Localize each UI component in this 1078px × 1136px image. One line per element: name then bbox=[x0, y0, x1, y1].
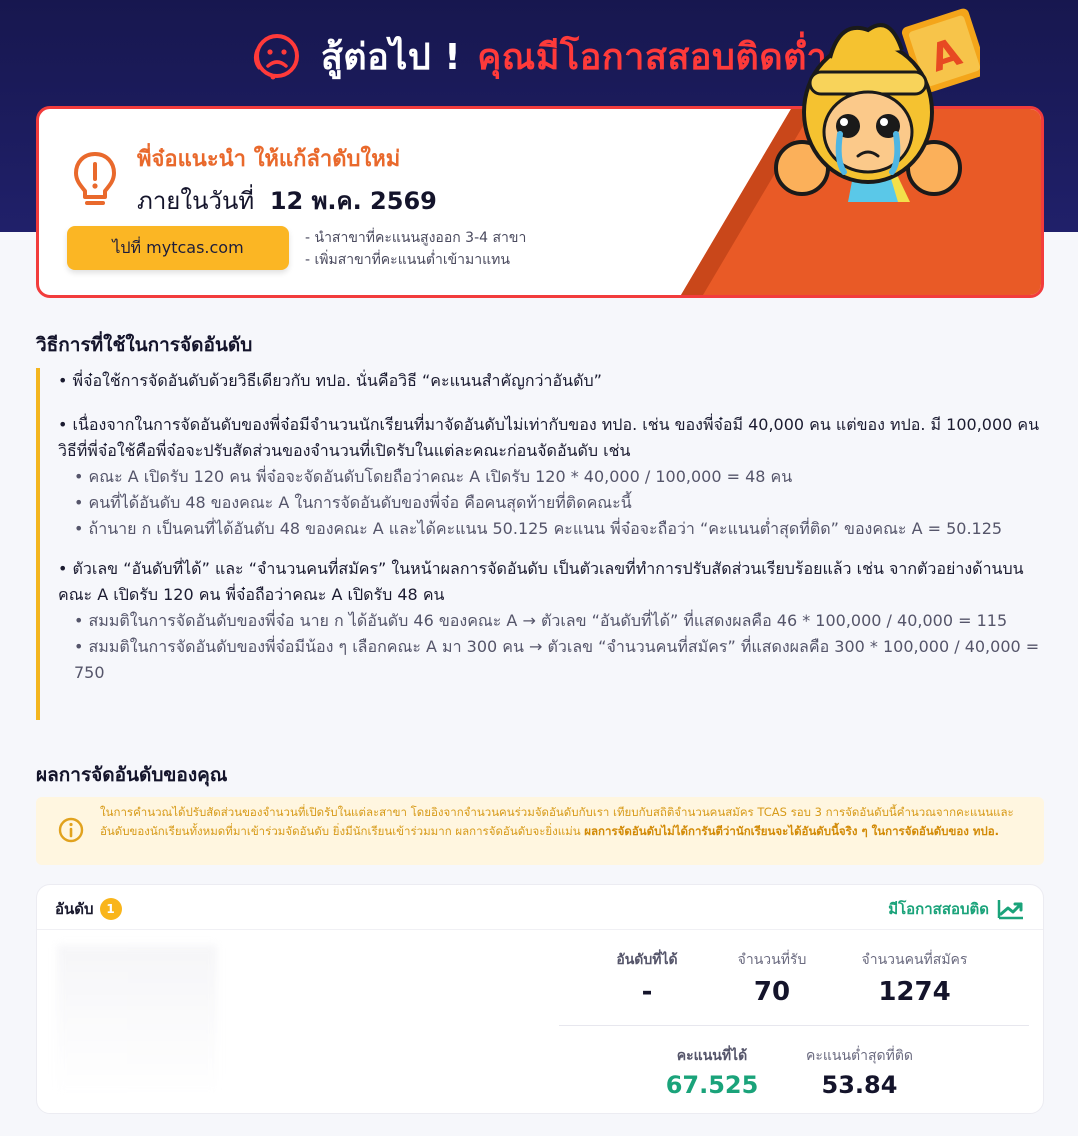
result-card: อันดับ 1 มีโอกาสสอบติด อันดับที่ได้ จำนว… bbox=[36, 884, 1044, 1114]
rank-number-badge: 1 bbox=[99, 898, 122, 920]
lightbulb-icon bbox=[74, 152, 116, 205]
seats-value: 70 bbox=[753, 977, 791, 1007]
advice-heading: พี่จ๋อแนะนำ ให้แก้ลำดับใหม่ bbox=[137, 147, 401, 172]
deadline-prefix: ภายในวันที่ bbox=[137, 187, 255, 215]
sad-face-icon bbox=[253, 34, 299, 80]
advice-deadline: ภายในวันที่ 12 พ.ค. 2569 bbox=[137, 181, 437, 220]
score-label: คะแนนที่ได้ bbox=[676, 1048, 748, 1064]
rank-label: อันดับ bbox=[55, 900, 94, 918]
calculation-notice: ในการคำนวณได้ปรับสัดส่วนของจำนวนที่เปิดร… bbox=[36, 797, 1044, 865]
method-bullet: • พี่จ๋อใช้การจัดอันดับด้วยวิธีเดียวกับ … bbox=[58, 371, 602, 390]
status-text: มีโอกาสสอบติด bbox=[888, 900, 989, 918]
applicants-label: จำนวนคนที่สมัคร bbox=[861, 952, 968, 968]
admission-status: มีโอกาสสอบติด bbox=[888, 897, 1025, 921]
info-icon bbox=[58, 817, 84, 843]
method-bullet: • ตัวเลข “อันดับที่ได้” และ “จำนวนคนที่ส… bbox=[58, 559, 1024, 604]
method-sub-bullet: • คนที่ได้อันดับ 48 ของคณะ A ในการจัดอัน… bbox=[74, 493, 632, 512]
min-score-label: คะแนนต่ำสุดที่ติด bbox=[805, 1048, 914, 1064]
method-sub-bullet: • สมมติในการจัดอันดับของพี่จ๋อ นาย ก ได้… bbox=[74, 611, 1008, 630]
tip-item: - เพิ่มสาขาที่คะแนนต่ำเข้ามาแทน bbox=[305, 252, 510, 268]
method-sub-bullet: • สมมติในการจัดอันดับของพี่จ๋อมีน้อง ๆ เ… bbox=[74, 637, 1040, 682]
redacted-program-info bbox=[57, 945, 217, 1095]
go-mytcas-button[interactable]: ไปที่ mytcas.com bbox=[67, 226, 289, 270]
results-title: ผลการจัดอันดับของคุณ bbox=[36, 764, 228, 786]
notice-disclaimer: ผลการจัดอันดับไม่ได้การันตีว่านักเรียนจะ… bbox=[584, 824, 1000, 838]
rank-obtained-label: อันดับที่ได้ bbox=[616, 952, 678, 968]
seats-label: จำนวนที่รับ bbox=[737, 952, 807, 968]
method-sub-bullet: • คณะ A เปิดรับ 120 คน พี่จ๋อจะจัดอันดับ… bbox=[74, 467, 793, 486]
method-sub-bullet: • ถ้านาย ก เป็นคนที่ได้อันดับ 48 ของคณะ … bbox=[74, 519, 1003, 538]
advice-tips: - นำสาขาที่คะแนนสูงออก 3-4 สาขา - เพิ่มส… bbox=[305, 227, 526, 271]
rank-obtained-value: - bbox=[641, 977, 653, 1007]
method-explanation: • พี่จ๋อใช้การจัดอันดับด้วยวิธีเดียวกับ … bbox=[36, 368, 1044, 720]
applicants-value: 1274 bbox=[878, 977, 951, 1007]
deadline-date: 12 พ.ค. 2569 bbox=[269, 187, 437, 215]
method-title: วิธีการที่ใช้ในการจัดอันดับ bbox=[36, 334, 253, 356]
score-value: 67.525 bbox=[665, 1071, 759, 1099]
tip-item: - นำสาขาที่คะแนนสูงออก 3-4 สาขา bbox=[305, 230, 527, 246]
notice-text: ในการคำนวณได้ปรับสัดส่วนของจำนวนที่เปิดร… bbox=[100, 803, 1030, 841]
min-score-value: 53.84 bbox=[821, 1071, 898, 1099]
method-bullet: • เนื่องจากในการจัดอันดับของพี่จ๋อมีจำนว… bbox=[58, 415, 1040, 460]
rank-header: อันดับ 1 bbox=[55, 897, 122, 921]
hero-title-white: สู้ต่อไป ! bbox=[320, 36, 462, 78]
crying-monkey-mascot: A bbox=[774, 8, 980, 202]
trending-up-icon bbox=[997, 900, 1023, 920]
